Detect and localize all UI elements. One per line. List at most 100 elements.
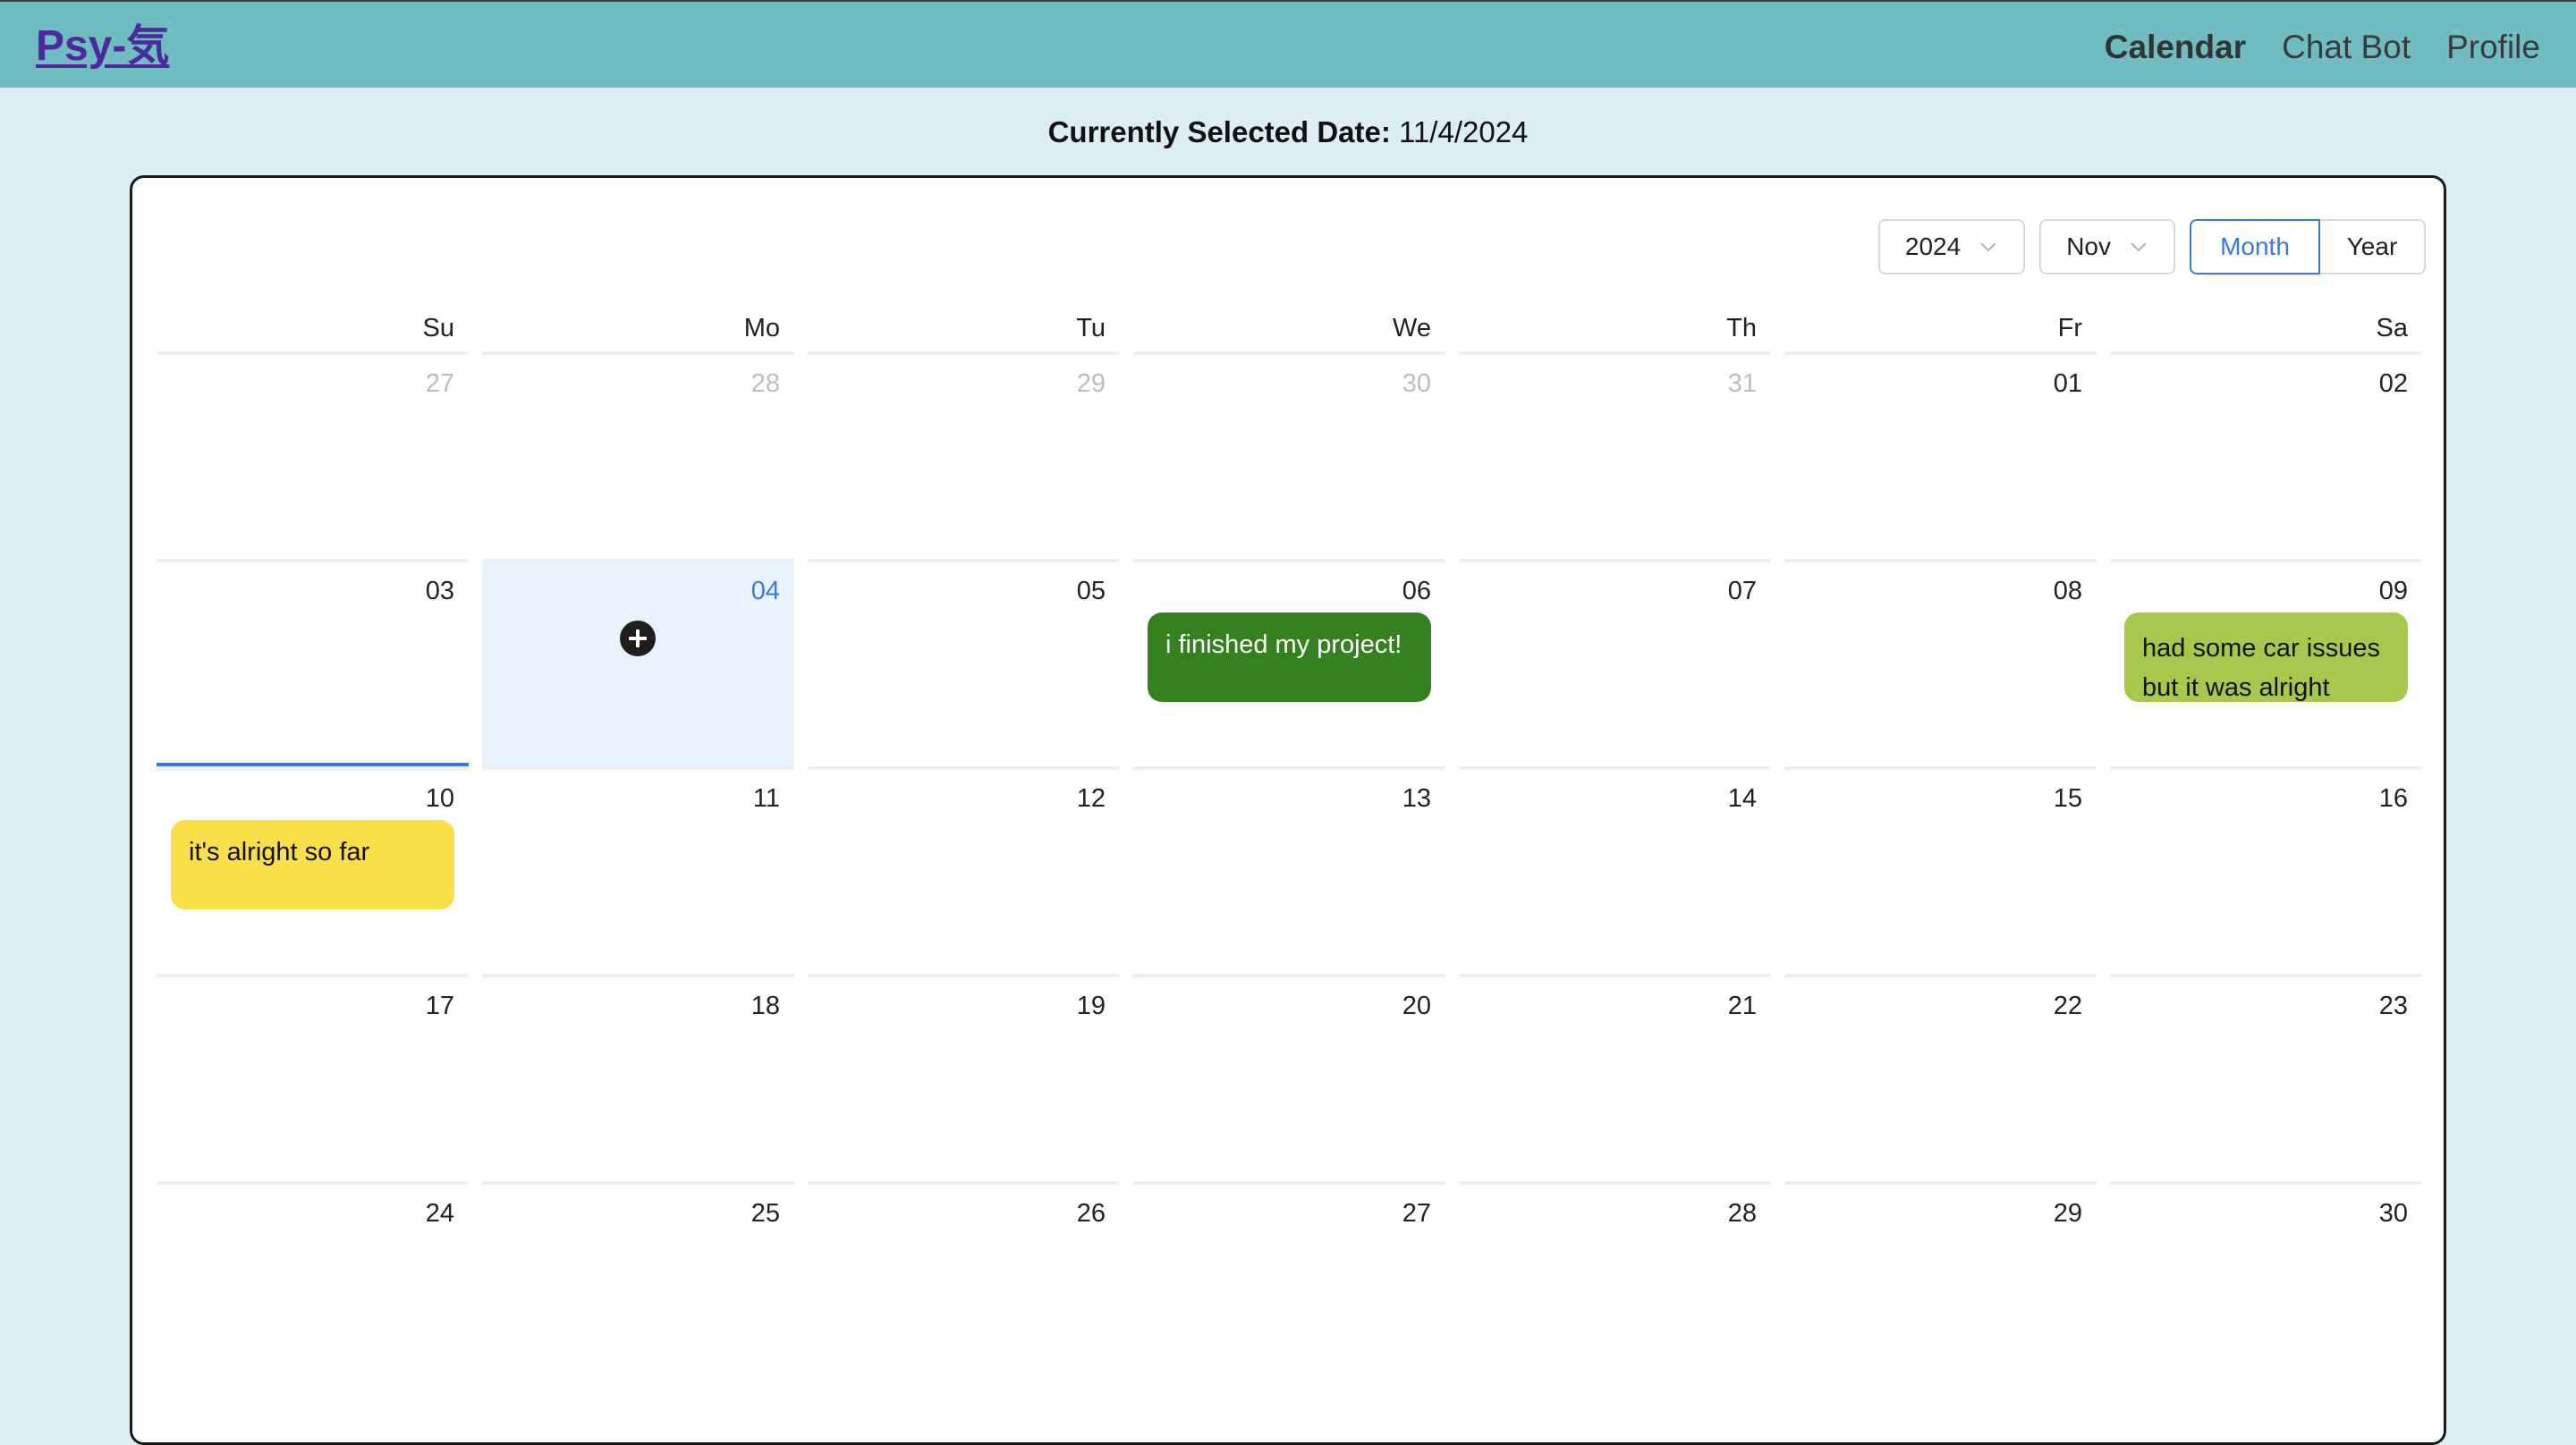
- weekday-label: Fr: [2057, 314, 2082, 342]
- day-number: 29: [2053, 1199, 2082, 1228]
- day-number: 21: [1727, 992, 1757, 1020]
- weekday-header-row: Su Mo Tu We Th Fr Sa: [157, 310, 2422, 350]
- day-number: 22: [2053, 992, 2082, 1020]
- week-row: 27 28 29 30 31 01 02: [157, 351, 2422, 559]
- selected-date-label: Currently Selected Date:: [1047, 115, 1391, 148]
- day-cell[interactable]: 22: [1784, 974, 2097, 1181]
- day-cell[interactable]: 29: [1784, 1181, 2097, 1389]
- day-number: 03: [425, 577, 454, 605]
- day-number: 27: [1402, 1199, 1431, 1228]
- day-cell[interactable]: 29: [808, 351, 1120, 559]
- week-row: 17 18 19 20 21 22 23: [157, 974, 2422, 1181]
- nav-calendar-link[interactable]: Calendar: [2105, 27, 2246, 68]
- calendar-event[interactable]: it's alright so far: [171, 820, 454, 909]
- chevron-down-icon: [1980, 242, 1996, 252]
- day-number: 05: [1076, 577, 1106, 605]
- day-number: 27: [425, 369, 454, 398]
- day-number: 12: [1076, 784, 1106, 813]
- day-cell[interactable]: 16: [2110, 766, 2422, 974]
- day-number: 16: [2378, 784, 2408, 813]
- weekday-label: Th: [1726, 314, 1757, 342]
- day-cell[interactable]: 31: [1459, 351, 1771, 559]
- day-number: 02: [2378, 369, 2408, 398]
- week-row: 03 04 05 06 i finished my project! 07 08 09 had …: [157, 559, 2422, 766]
- day-cell[interactable]: 06 i finished my project!: [1133, 559, 1445, 766]
- day-cell[interactable]: 15: [1784, 766, 2097, 974]
- day-cell[interactable]: 20: [1133, 974, 1445, 1181]
- day-number: 29: [1076, 369, 1106, 398]
- year-select-value: 2024: [1904, 232, 1962, 260]
- day-number: 06: [1402, 577, 1431, 605]
- week-row: 10 it's alright so far 11 12 13 14 15 16: [157, 766, 2422, 974]
- nav-chatbot-link[interactable]: Chat Bot: [2282, 27, 2411, 68]
- day-cell[interactable]: 07: [1459, 559, 1771, 766]
- day-number: 31: [1727, 369, 1757, 398]
- week-row: 24 25 26 27 28 29 30: [157, 1181, 2422, 1389]
- month-select[interactable]: Nov: [2039, 219, 2175, 275]
- day-number: 19: [1076, 992, 1106, 1020]
- day-cell[interactable]: 25: [482, 1181, 794, 1389]
- day-cell[interactable]: 17: [157, 974, 469, 1181]
- day-cell[interactable]: 30: [1133, 351, 1445, 559]
- day-cell[interactable]: 27: [1133, 1181, 1445, 1389]
- month-select-value: Nov: [2066, 232, 2111, 260]
- day-number: 30: [1402, 369, 1431, 398]
- calendar-event[interactable]: i finished my project!: [1148, 613, 1431, 702]
- day-cell[interactable]: 26: [808, 1181, 1120, 1389]
- day-number: 18: [750, 992, 780, 1020]
- day-cell[interactable]: 11: [482, 766, 794, 974]
- day-number: 13: [1402, 784, 1431, 813]
- calendar-event[interactable]: had some car issues but it was alright: [2124, 613, 2408, 702]
- day-cell[interactable]: 09 had some car issues but it was alright: [2110, 559, 2422, 766]
- day-number: 28: [1727, 1199, 1757, 1228]
- day-cell[interactable]: 18: [482, 974, 794, 1181]
- day-cell[interactable]: 23: [2110, 974, 2422, 1181]
- day-cell[interactable]: 19: [808, 974, 1120, 1181]
- calendar-card: 2024 Nov Month Year Su Mo Tu We Th Fr Sa 27 28 2…: [130, 175, 2446, 1445]
- day-number: 24: [425, 1199, 454, 1228]
- day-number: 01: [2053, 369, 2082, 398]
- day-number: 04: [750, 577, 780, 605]
- day-number: 23: [2378, 992, 2408, 1020]
- day-number: 17: [425, 992, 454, 1020]
- day-number: 15: [2053, 784, 2082, 813]
- day-number: 26: [1076, 1199, 1106, 1228]
- day-cell[interactable]: 10 it's alright so far: [157, 766, 469, 974]
- day-cell[interactable]: 28: [1459, 1181, 1771, 1389]
- month-mode-button[interactable]: Month: [2190, 219, 2320, 275]
- nav-profile-link[interactable]: Profile: [2446, 27, 2540, 68]
- day-cell[interactable]: 28: [482, 351, 794, 559]
- day-number: 11: [752, 784, 780, 813]
- day-number: 30: [2378, 1199, 2408, 1228]
- day-cell[interactable]: 24: [157, 1181, 469, 1389]
- day-cell[interactable]: 01: [1784, 351, 2097, 559]
- day-cell[interactable]: 05: [808, 559, 1120, 766]
- chevron-down-icon: [2131, 242, 2147, 252]
- day-cell[interactable]: 14: [1459, 766, 1771, 974]
- day-number: 14: [1727, 784, 1757, 813]
- plus-circle-icon[interactable]: [619, 620, 657, 657]
- year-mode-button[interactable]: Year: [2320, 219, 2426, 275]
- view-mode-toggle: Month Year: [2190, 219, 2426, 275]
- day-cell[interactable]: 08: [1784, 559, 2097, 766]
- day-cell[interactable]: 12: [808, 766, 1120, 974]
- day-cell[interactable]: 02: [2110, 351, 2422, 559]
- weekday-label: We: [1393, 314, 1431, 342]
- brand-logo-link[interactable]: Psy-気: [36, 21, 169, 72]
- day-cell[interactable]: 21: [1459, 974, 1771, 1181]
- day-cell[interactable]: 13: [1133, 766, 1445, 974]
- weekday-label: Sa: [2376, 314, 2408, 342]
- day-cell[interactable]: 04: [482, 559, 794, 766]
- selected-date-banner: Currently Selected Date: 11/4/2024: [0, 113, 2576, 152]
- selected-date-value: 11/4/2024: [1399, 115, 1529, 148]
- day-cell[interactable]: 03: [157, 559, 469, 766]
- calendar-header-controls: 2024 Nov Month Year: [1864, 218, 2426, 275]
- day-cell[interactable]: 30: [2110, 1181, 2422, 1389]
- day-number: 10: [425, 784, 454, 813]
- year-select[interactable]: 2024: [1877, 219, 2026, 275]
- nav-links: Calendar Chat Bot Profile: [2105, 27, 2540, 68]
- day-cell[interactable]: 27: [157, 351, 469, 559]
- weekday-label: Tu: [1076, 314, 1106, 342]
- day-number: 25: [750, 1199, 780, 1228]
- day-number: 20: [1402, 992, 1431, 1020]
